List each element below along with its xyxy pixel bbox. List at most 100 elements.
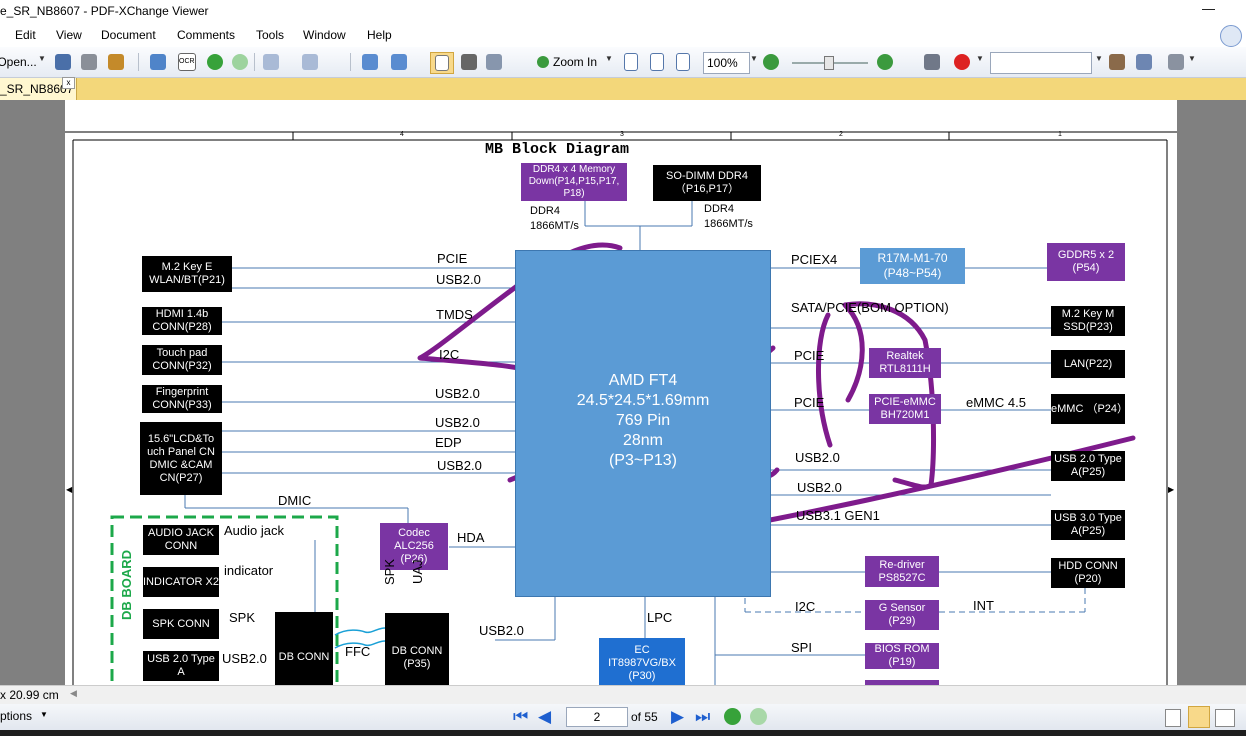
tools-icon[interactable] xyxy=(1166,52,1186,72)
diagram-title: MB Block Diagram xyxy=(485,141,630,158)
paste-icon[interactable] xyxy=(389,52,409,72)
menu-view[interactable]: View xyxy=(56,28,82,42)
copy-icon[interactable] xyxy=(360,52,380,72)
page-total: of 55 xyxy=(631,710,658,724)
zoom-plus-icon[interactable] xyxy=(876,52,894,72)
signal-label: USB2.0 xyxy=(436,272,481,287)
find-icon[interactable] xyxy=(922,52,942,72)
open-button[interactable]: Open... xyxy=(0,52,37,72)
facing-pages-icon[interactable] xyxy=(1215,709,1235,727)
menu-window[interactable]: Window xyxy=(303,28,346,42)
previous-page-icon[interactable]: ◀ xyxy=(538,707,551,727)
search-input[interactable] xyxy=(990,52,1092,74)
single-page-icon[interactable] xyxy=(1165,709,1181,727)
ocr-icon[interactable]: OCR xyxy=(176,52,198,72)
cpu-block: AMD FT4 24.5*24.5*1.69mm 769 Pin 28nm (P… xyxy=(515,250,771,597)
next-page-icon[interactable]: ▶ xyxy=(671,707,684,727)
menu-document[interactable]: Document xyxy=(101,28,156,42)
signal-label: EDP xyxy=(435,435,462,450)
signal-label: PCIE xyxy=(437,251,468,266)
hdmi-conn-box: HDMI 1.4b CONN(P28) xyxy=(142,307,222,335)
highlight-icon[interactable] xyxy=(1107,52,1127,72)
select-text-icon[interactable] xyxy=(484,52,504,72)
zoom-in-button[interactable]: Zoom In xyxy=(532,52,602,72)
page-edge-mark: ▶ xyxy=(1168,485,1175,494)
hand-icon[interactable] xyxy=(430,52,454,74)
document-tab[interactable]: _SR_NB8607 x xyxy=(0,77,77,100)
zoom-out-icon[interactable] xyxy=(762,52,780,72)
attach-icon[interactable] xyxy=(106,52,126,72)
spk-conn-box: SPK CONN xyxy=(143,609,219,639)
ddr4-memory-down-box: DDR4 x 4 Memory Down(P14,P15,P17, P18) xyxy=(521,163,627,201)
minimize-button[interactable]: — xyxy=(1202,1,1215,16)
menu-bar: Edit View Document Comments Tools Window… xyxy=(0,23,1246,47)
zoom-slider-thumb[interactable] xyxy=(824,56,834,70)
signal-label: USB2.0 xyxy=(795,450,840,465)
stamp-dropdown-icon[interactable]: ▼ xyxy=(976,54,984,63)
menu-help[interactable]: Help xyxy=(367,28,392,42)
document-view[interactable]: 4 3 2 1 MB Block Diagram AMD FT4 24.5*24… xyxy=(0,100,1246,685)
lcd-touch-panel-box: 15.6"LCD&To uch Panel CN DMIC &CAM CN(P2… xyxy=(140,422,222,495)
signal-label: PCIE xyxy=(794,348,825,363)
zoom-value-dropdown-icon[interactable]: ▼ xyxy=(750,54,758,63)
gsensor-box: G Sensor (P29) xyxy=(865,600,939,630)
signal-label: USB2.0 xyxy=(437,458,482,473)
menu-edit[interactable]: Edit xyxy=(15,28,36,42)
forward-icon[interactable] xyxy=(231,52,249,72)
options-menu[interactable]: ptions xyxy=(0,709,32,723)
signal-label: USB2.0 xyxy=(797,480,842,495)
signal-label: SPI xyxy=(791,640,812,655)
db-conn-box: DB CONN xyxy=(275,612,333,685)
zoom-in-icon xyxy=(536,56,549,68)
db-board-label: DB BOARD xyxy=(119,549,134,620)
navigation-bar: ptions ▼ ⏮ ◀ 2 of 55 ▶ ⏭ xyxy=(0,704,1246,730)
usb30-typea-box: USB 3.0 Type A(P25) xyxy=(1051,510,1125,540)
stamp-icon[interactable] xyxy=(951,52,973,72)
emmc-box: eMMC （P24） xyxy=(1051,394,1128,424)
undo-icon[interactable] xyxy=(261,52,281,72)
sign-icon[interactable] xyxy=(1134,52,1154,72)
touchpad-conn-box: Touch pad CONN(P32) xyxy=(142,345,222,375)
tab-close-icon[interactable]: x xyxy=(62,77,75,89)
signal-label: PCIE xyxy=(794,395,825,410)
tools-dropdown-icon[interactable]: ▼ xyxy=(1188,54,1196,63)
realtek-box: Realtek RTL8111H xyxy=(869,348,941,378)
print-icon[interactable] xyxy=(79,52,99,72)
redo-icon[interactable] xyxy=(300,52,320,72)
snapshot-icon[interactable] xyxy=(459,52,479,72)
ruler-number: 2 xyxy=(839,131,843,138)
open-dropdown-icon[interactable]: ▼ xyxy=(38,54,46,63)
zoom-value-field[interactable]: 100% xyxy=(703,52,750,74)
db-signal-label: Audio jack xyxy=(224,523,284,538)
update-globe-icon[interactable] xyxy=(1220,25,1242,47)
back-icon[interactable] xyxy=(206,52,224,72)
cpu-line: 24.5*24.5*1.69mm xyxy=(576,392,710,409)
page-number-input[interactable]: 2 xyxy=(566,707,628,727)
scroll-left-icon[interactable]: ◀ xyxy=(70,688,77,699)
actual-size-icon[interactable] xyxy=(622,52,640,72)
db-signal-label: SPK xyxy=(229,610,256,625)
title-bar: e_SR_NB8607 - PDF-XChange Viewer — xyxy=(0,0,1246,23)
forward-view-icon[interactable] xyxy=(750,708,767,725)
lan-box: LAN(P22) xyxy=(1051,350,1125,378)
fit-page-icon[interactable] xyxy=(648,52,666,72)
signal-label: SATA/PCIE(BOM OPTION) xyxy=(791,300,949,315)
options-dropdown-icon[interactable]: ▼ xyxy=(40,710,48,719)
continuous-page-icon[interactable] xyxy=(1188,706,1210,728)
first-page-icon[interactable]: ⏮ xyxy=(513,707,528,727)
menu-comments[interactable]: Comments xyxy=(177,28,235,42)
save-icon[interactable] xyxy=(53,52,73,72)
zoom-dropdown-icon[interactable]: ▼ xyxy=(605,54,613,63)
signal-label: USB2.0 xyxy=(435,415,480,430)
email-icon[interactable] xyxy=(148,52,168,72)
fit-width-icon[interactable] xyxy=(674,52,692,72)
misc-label: UAJ xyxy=(410,559,425,584)
misc-label: SPK xyxy=(382,558,397,585)
bios-rom-box: BIOS ROM (P19) xyxy=(865,643,939,669)
last-page-icon[interactable]: ⏭ xyxy=(695,707,710,727)
search-dropdown-icon[interactable]: ▼ xyxy=(1095,54,1103,63)
back-view-icon[interactable] xyxy=(724,708,741,725)
menu-tools[interactable]: Tools xyxy=(256,28,284,42)
cpu-line: 769 Pin xyxy=(615,412,671,429)
misc-label: DMIC xyxy=(278,493,312,508)
